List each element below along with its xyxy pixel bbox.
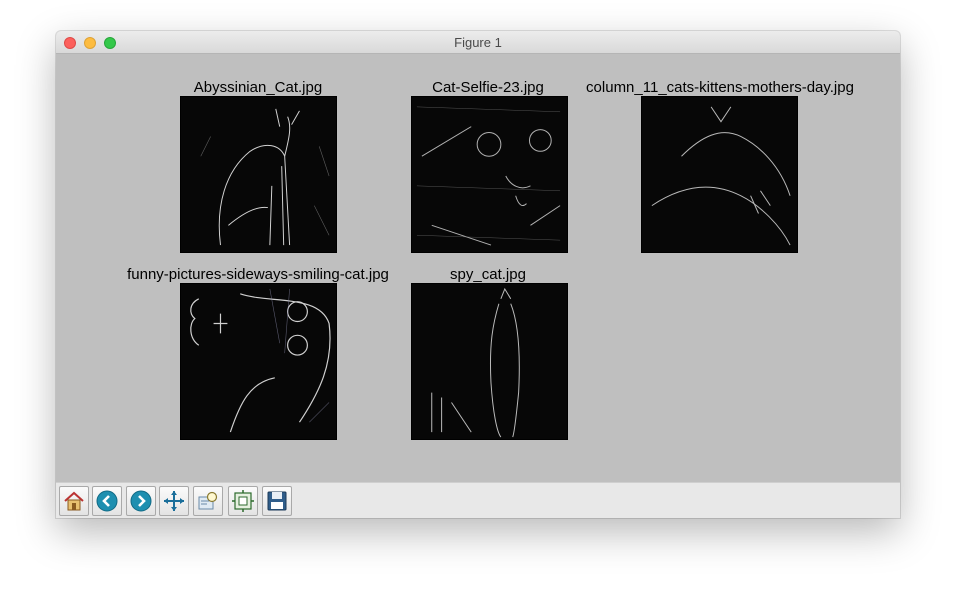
panel-title: column_11_cats-kittens-mothers-day.jpg (586, 79, 854, 96)
zoom-rect-button[interactable] (193, 486, 223, 516)
edge-image-spy-cat (411, 283, 568, 440)
figure-canvas[interactable]: Abyssinian_Cat.jpg Cat-Selfie-23.jpg col… (56, 54, 900, 482)
edge-image-cats-kittens (641, 96, 798, 253)
subplots-icon (232, 490, 254, 512)
edge-image-cat-selfie (411, 96, 568, 253)
panel-title: Abyssinian_Cat.jpg (193, 79, 323, 96)
title-bar[interactable]: Figure 1 (56, 31, 900, 54)
navigation-toolbar (56, 482, 900, 518)
subplots-button[interactable] (228, 486, 258, 516)
pan-icon (164, 491, 184, 511)
forward-arrow-icon (130, 490, 152, 512)
window-title: Figure 1 (454, 35, 502, 50)
panel-title: spy_cat.jpg (450, 266, 526, 283)
back-button[interactable] (92, 486, 122, 516)
panel-title: Cat-Selfie-23.jpg (432, 79, 544, 96)
home-icon (64, 491, 84, 511)
edge-image-abyssinian-cat (180, 96, 337, 253)
pan-button[interactable] (159, 486, 189, 516)
panel-title: funny-pictures-sideways-smiling-cat.jpg (127, 266, 389, 283)
save-icon (267, 491, 287, 511)
back-arrow-icon (96, 490, 118, 512)
edge-image-sideways-cat (180, 283, 337, 440)
forward-button[interactable] (126, 486, 156, 516)
save-button[interactable] (262, 486, 292, 516)
home-button[interactable] (59, 486, 89, 516)
zoom-rect-icon (198, 491, 218, 510)
figure-window: Figure 1 Abyssinian_Cat.jpg Cat-Selfie-2… (56, 31, 900, 518)
